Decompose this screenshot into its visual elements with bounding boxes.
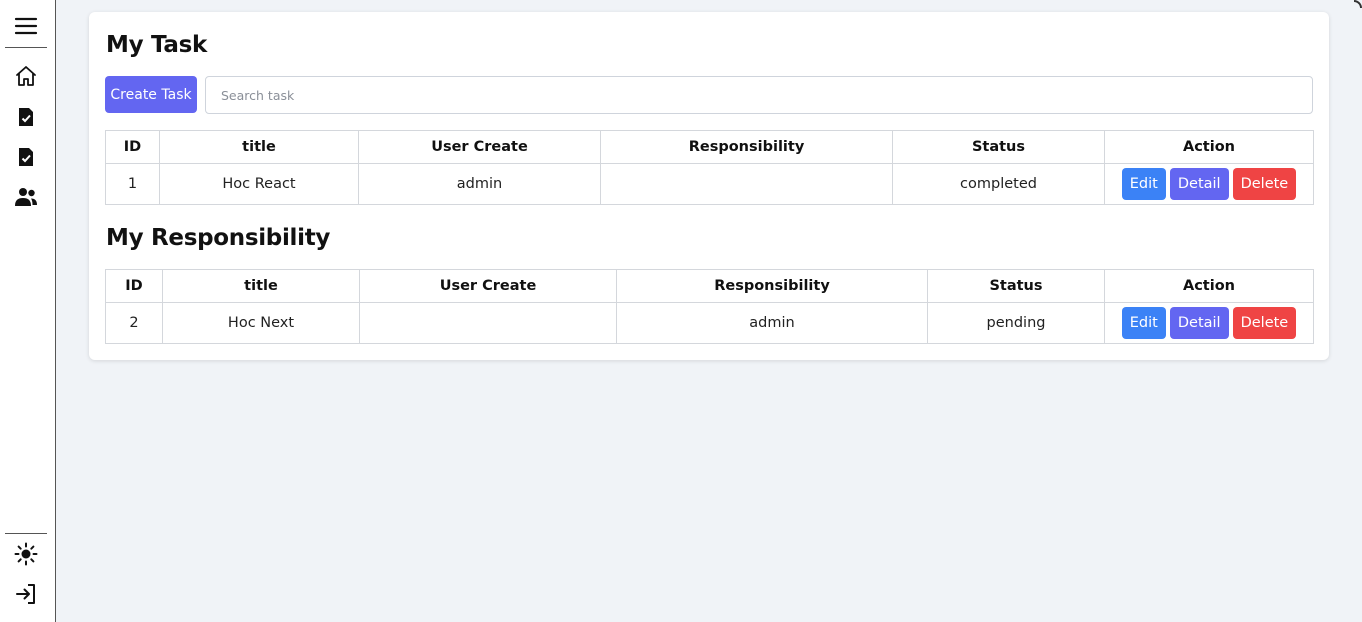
column-header-status: Status	[892, 130, 1105, 164]
cell-user-create	[359, 302, 617, 344]
table-row: 1 Hoc React admin completed Edit Detail De…	[105, 163, 1314, 205]
task-icon[interactable]	[12, 103, 40, 131]
column-header-title: title	[162, 269, 360, 303]
column-header-id: ID	[105, 269, 163, 303]
my-responsibility-heading: My Responsibility	[106, 225, 331, 251]
window-corner	[1354, 0, 1362, 8]
my-task-table: ID title User Create Responsibility Stat…	[105, 130, 1314, 205]
detail-button[interactable]: Detail	[1169, 168, 1229, 200]
home-icon[interactable]	[12, 62, 40, 90]
column-header-user-create: User Create	[359, 269, 617, 303]
sidebar-divider-bottom	[5, 533, 47, 534]
cell-title: Hoc React	[159, 163, 359, 205]
cell-title: Hoc Next	[162, 302, 360, 344]
cell-status: completed	[892, 163, 1105, 205]
table-row: 2 Hoc Next admin pending Edit Detail Delet…	[105, 302, 1314, 344]
my-responsibility-table: ID title User Create Responsibility Stat…	[105, 269, 1314, 344]
sidebar-divider-top	[5, 47, 47, 48]
cell-responsibility	[600, 163, 893, 205]
table-header-row: ID title User Create Responsibility Stat…	[105, 269, 1314, 303]
column-header-id: ID	[105, 130, 160, 164]
task-icon[interactable]	[12, 143, 40, 171]
table-header-row: ID title User Create Responsibility Stat…	[105, 130, 1314, 164]
column-header-action: Action	[1104, 130, 1314, 164]
content-card: My Task Create Task ID title User Create…	[89, 12, 1329, 360]
column-header-title: title	[159, 130, 359, 164]
edit-button[interactable]: Edit	[1121, 168, 1166, 200]
search-task-input[interactable]	[205, 76, 1313, 114]
cell-actions: Edit Detail Delete	[1104, 302, 1314, 344]
column-header-status: Status	[927, 269, 1105, 303]
cell-status: pending	[927, 302, 1105, 344]
users-icon[interactable]	[12, 183, 40, 211]
cell-id: 1	[105, 163, 160, 205]
create-task-button[interactable]: Create Task	[105, 76, 197, 113]
edit-button[interactable]: Edit	[1121, 307, 1166, 339]
detail-button[interactable]: Detail	[1169, 307, 1229, 339]
delete-button[interactable]: Delete	[1232, 307, 1297, 339]
sun-icon[interactable]	[12, 540, 40, 568]
column-header-action: Action	[1104, 269, 1314, 303]
my-task-heading: My Task	[106, 32, 208, 58]
cell-user-create: admin	[358, 163, 601, 205]
column-header-responsibility: Responsibility	[616, 269, 928, 303]
cell-actions: Edit Detail Delete	[1104, 163, 1314, 205]
menu-icon[interactable]	[12, 12, 40, 40]
logout-icon[interactable]	[12, 580, 40, 608]
cell-responsibility: admin	[616, 302, 928, 344]
cell-id: 2	[105, 302, 163, 344]
sidebar	[0, 0, 56, 622]
column-header-responsibility: Responsibility	[600, 130, 893, 164]
delete-button[interactable]: Delete	[1232, 168, 1297, 200]
column-header-user-create: User Create	[358, 130, 601, 164]
